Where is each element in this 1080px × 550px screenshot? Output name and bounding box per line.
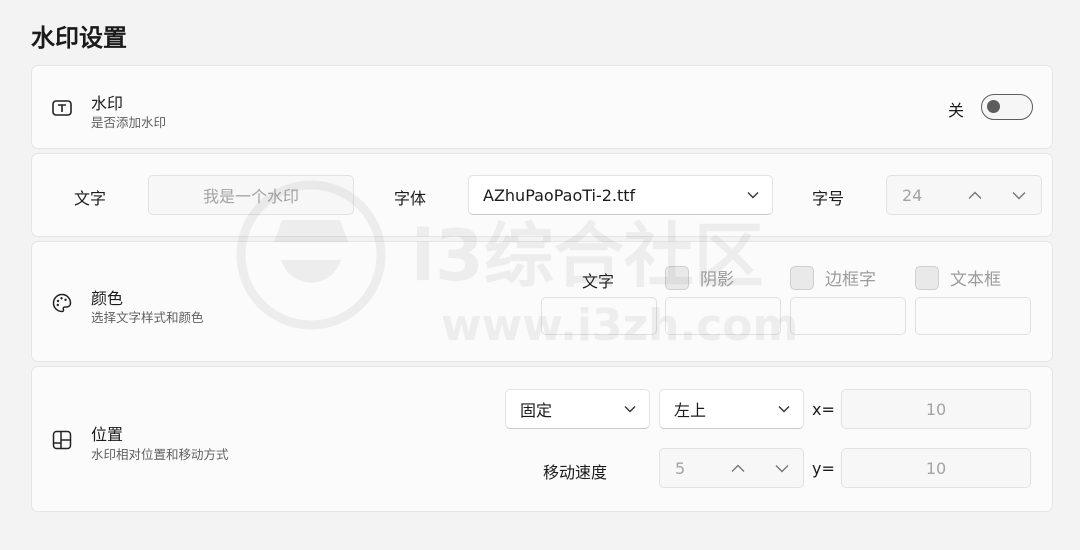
text-input-placeholder: 我是一个水印 bbox=[202, 187, 299, 206]
font-select[interactable]: AZhuPaoPaoTi-2.ttf bbox=[468, 175, 773, 215]
border-color-swatch[interactable] bbox=[790, 297, 906, 335]
chevron-down-icon[interactable] bbox=[773, 459, 791, 477]
size-stepper[interactable]: 24 bbox=[886, 175, 1042, 215]
position-title: 位置 bbox=[91, 425, 124, 444]
text-box-icon bbox=[51, 98, 73, 118]
checkbox-box[interactable] bbox=[665, 265, 689, 290]
font-select-value: AZhuPaoPaoTi-2.ttf bbox=[483, 185, 636, 205]
shadow-color-swatch[interactable] bbox=[665, 297, 781, 335]
x-value: 10 bbox=[925, 399, 947, 419]
color-text-label: 文字 bbox=[582, 272, 615, 291]
chevron-up-icon[interactable] bbox=[729, 459, 747, 477]
chevron-down-icon bbox=[623, 402, 637, 416]
text-box-checkbox[interactable]: 文本框 bbox=[915, 265, 1001, 290]
layout-grid-icon bbox=[51, 429, 73, 451]
checkbox-box[interactable] bbox=[790, 265, 814, 290]
checkbox-label: 边框字 bbox=[825, 270, 876, 290]
watermark-desc: 是否添加水印 bbox=[91, 115, 167, 130]
y-value: 10 bbox=[925, 458, 947, 478]
x-input[interactable]: 10 bbox=[841, 389, 1031, 429]
chevron-up-icon[interactable] bbox=[966, 186, 984, 204]
chevron-down-icon bbox=[746, 188, 760, 202]
watermark-title: 水印 bbox=[91, 94, 124, 113]
color-desc: 选择文字样式和颜色 bbox=[91, 310, 204, 325]
toggle-knob bbox=[987, 100, 1000, 113]
chevron-down-icon[interactable] bbox=[1010, 186, 1028, 204]
checkbox-label: 文本框 bbox=[950, 270, 1001, 290]
speed-stepper[interactable]: 5 bbox=[659, 448, 804, 488]
position-card: 位置 水印相对位置和移动方式 bbox=[31, 366, 1053, 512]
speed-label: 移动速度 bbox=[543, 463, 608, 482]
color-title: 颜色 bbox=[91, 289, 124, 308]
page-title: 水印设置 bbox=[31, 24, 127, 52]
y-input[interactable]: 10 bbox=[841, 448, 1031, 488]
textbox-color-swatch[interactable] bbox=[915, 297, 1031, 335]
checkbox-label: 阴影 bbox=[700, 270, 734, 290]
y-label: y= bbox=[812, 459, 835, 478]
text-color-swatch[interactable] bbox=[541, 297, 657, 335]
watermark-toggle[interactable] bbox=[981, 94, 1033, 120]
palette-icon bbox=[51, 292, 73, 314]
text-card: 文字 我是一个水印 字体 AZhuPaoPaoTi-2.ttf 字号 24 bbox=[31, 153, 1053, 237]
size-label: 字号 bbox=[812, 189, 845, 208]
anchor-select[interactable]: 左上 bbox=[659, 389, 804, 429]
watermark-card: 水印 是否添加水印 关 bbox=[31, 65, 1053, 149]
font-label: 字体 bbox=[394, 189, 427, 208]
shadow-checkbox[interactable]: 阴影 bbox=[665, 265, 734, 290]
mode-select[interactable]: 固定 bbox=[505, 389, 650, 429]
x-label: x= bbox=[812, 400, 835, 419]
text-input[interactable]: 我是一个水印 bbox=[148, 175, 354, 215]
text-label: 文字 bbox=[74, 189, 107, 208]
border-text-checkbox[interactable]: 边框字 bbox=[790, 265, 876, 290]
chevron-down-icon bbox=[777, 402, 791, 416]
toggle-state-label: 关 bbox=[948, 101, 965, 120]
checkbox-box[interactable] bbox=[915, 265, 939, 290]
position-desc: 水印相对位置和移动方式 bbox=[91, 447, 229, 462]
